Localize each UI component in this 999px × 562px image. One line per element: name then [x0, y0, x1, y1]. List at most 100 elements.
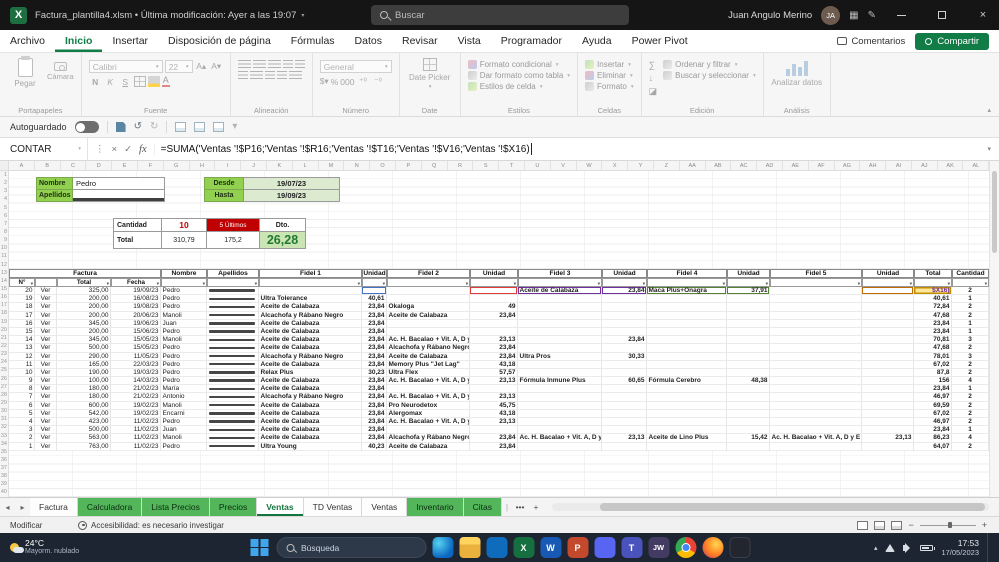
cell-cantidad[interactable]: 2: [952, 418, 989, 427]
filter-cell[interactable]: [259, 278, 362, 287]
cell-fecha[interactable]: 21/02/23: [111, 385, 161, 394]
cell-fidel4[interactable]: [647, 442, 727, 451]
merge-center-icon[interactable]: [288, 71, 302, 80]
cell-fecha[interactable]: 19/09/23: [111, 287, 161, 296]
column-letter[interactable]: AB: [706, 161, 732, 170]
filter-cell[interactable]: [518, 278, 602, 287]
sheet-tab-precios[interactable]: Precios: [209, 498, 258, 516]
cell-fecha[interactable]: 19/02/23: [111, 409, 161, 418]
column-letter[interactable]: AE: [783, 161, 809, 170]
comments-button[interactable]: Comentarios: [837, 36, 905, 47]
chrome-icon[interactable]: [675, 537, 696, 558]
start-button[interactable]: [249, 537, 270, 558]
cell-total-factura[interactable]: 500,00: [57, 344, 111, 353]
cell-unidad4[interactable]: 37,91: [727, 287, 770, 296]
cell-row-total[interactable]: 86,23: [914, 434, 952, 443]
cell-cantidad[interactable]: 2: [952, 393, 989, 402]
column-letter[interactable]: AJ: [912, 161, 938, 170]
horizontal-scrollbar-thumb[interactable]: [600, 503, 985, 511]
cell-unidad5[interactable]: [862, 344, 914, 353]
cell-total-factura[interactable]: 190,00: [57, 368, 111, 378]
row-number[interactable]: 34: [0, 440, 8, 448]
cell-fidel4[interactable]: Aceite de Lino Plus: [647, 434, 727, 443]
cell-numero[interactable]: 11: [9, 360, 35, 369]
cell-fidel2[interactable]: Alcachofa y Rábano Negro: [387, 434, 470, 443]
column-letter[interactable]: T: [499, 161, 525, 170]
header-unidad1[interactable]: Unidad: [362, 269, 387, 278]
word-icon[interactable]: W: [540, 537, 561, 558]
cell-fidel3[interactable]: [518, 442, 602, 451]
column-letter[interactable]: Z: [654, 161, 680, 170]
filter-cell[interactable]: [952, 278, 989, 287]
cell-fidel1[interactable]: Aceite de Calabaza: [259, 336, 362, 345]
cell-cantidad[interactable]: 2: [952, 360, 989, 369]
column-letter[interactable]: AI: [886, 161, 912, 170]
cell-cantidad[interactable]: 1: [952, 319, 989, 328]
row-number[interactable]: 19: [0, 318, 8, 326]
column-letter[interactable]: Q: [422, 161, 448, 170]
cell-fidel3[interactable]: [518, 311, 602, 320]
cell-nombre[interactable]: Pedro: [161, 287, 207, 296]
cell-total-factura[interactable]: 200,00: [57, 311, 111, 320]
align-middle-icon[interactable]: [252, 60, 266, 69]
italic-button[interactable]: K: [104, 75, 117, 88]
column-letter[interactable]: O: [370, 161, 396, 170]
cell-fidel4[interactable]: Maca Plus+Onagra: [647, 287, 727, 296]
cell-row-total[interactable]: 46,97: [914, 418, 952, 427]
cell-fidel2[interactable]: [387, 319, 470, 328]
cell-apellidos-redacted[interactable]: [207, 287, 259, 296]
ver-link[interactable]: Ver: [35, 336, 57, 345]
column-letter[interactable]: U: [525, 161, 551, 170]
cell-fidel5[interactable]: [770, 311, 862, 320]
cell-fecha[interactable]: 19/06/23: [111, 319, 161, 328]
format-as-table-button[interactable]: Dar formato como tabla ▾: [467, 71, 570, 80]
ver-link[interactable]: Ver: [35, 401, 57, 410]
cell-apellidos-redacted[interactable]: [207, 393, 259, 402]
row-number[interactable]: 11: [0, 252, 8, 260]
cell-unidad5[interactable]: [862, 311, 914, 320]
font-color-icon[interactable]: A: [161, 76, 170, 87]
cell-unidad1[interactable]: 23,84: [362, 434, 387, 443]
filter-cell[interactable]: [161, 278, 207, 287]
cell-numero[interactable]: 8: [9, 385, 35, 394]
cell-cantidad[interactable]: 2: [952, 442, 989, 451]
cell-apellidos-redacted[interactable]: [207, 418, 259, 427]
cell-fidel1[interactable]: Relax Plus: [259, 368, 362, 378]
zoom-slider[interactable]: [919, 522, 976, 528]
sort-tool-icon[interactable]: [213, 122, 225, 132]
filter-cell[interactable]: [914, 278, 952, 287]
cell-unidad4[interactable]: [727, 352, 770, 361]
cell-fidel1[interactable]: Aceite de Calabaza: [259, 418, 362, 427]
cell-unidad2[interactable]: 23,84: [470, 352, 518, 361]
ver-link[interactable]: Ver: [35, 327, 57, 337]
ver-link[interactable]: Ver: [35, 442, 57, 451]
conditional-formatting-button[interactable]: Formato condicional ▾: [467, 60, 570, 69]
cell-fecha[interactable]: 19/08/23: [111, 303, 161, 312]
zoom-in-icon[interactable]: +: [982, 520, 987, 530]
cell-nombre[interactable]: Juan: [161, 319, 207, 328]
column-letter[interactable]: AK: [938, 161, 964, 170]
cell-unidad1[interactable]: 23,84: [362, 401, 387, 410]
cell-unidad5[interactable]: [862, 377, 914, 386]
cell-fidel3[interactable]: [518, 401, 602, 410]
cell-unidad1[interactable]: 23,84: [362, 418, 387, 427]
cell-row-total[interactable]: 156: [914, 377, 952, 386]
cell-fidel5[interactable]: [770, 442, 862, 451]
normal-view-icon[interactable]: [857, 520, 869, 530]
cell-unidad5[interactable]: [862, 327, 914, 337]
header-fidel3[interactable]: Fidel 3: [518, 269, 602, 278]
cell-nombre[interactable]: Pedro: [161, 327, 207, 337]
cell-apellidos-redacted[interactable]: [207, 311, 259, 320]
cancel-entry-icon[interactable]: ×: [112, 144, 118, 155]
cell-unidad3[interactable]: [602, 442, 647, 451]
cell-unidad1[interactable]: 30,23: [362, 368, 387, 378]
cell-fidel1[interactable]: Aceite de Calabaza: [259, 385, 362, 394]
cell-unidad5[interactable]: [862, 319, 914, 328]
column-letter[interactable]: N: [344, 161, 371, 170]
column-letter[interactable]: B: [35, 161, 61, 170]
cell-unidad3[interactable]: [602, 393, 647, 402]
formula-input[interactable]: =SUMA('Ventas '!$P16;'Ventas '!$R16;'Ven…: [155, 144, 530, 155]
tray-chevron-icon[interactable]: ▴: [874, 544, 878, 552]
cell-unidad2[interactable]: 23,84: [470, 442, 518, 451]
cell-fecha[interactable]: 14/03/23: [111, 377, 161, 386]
